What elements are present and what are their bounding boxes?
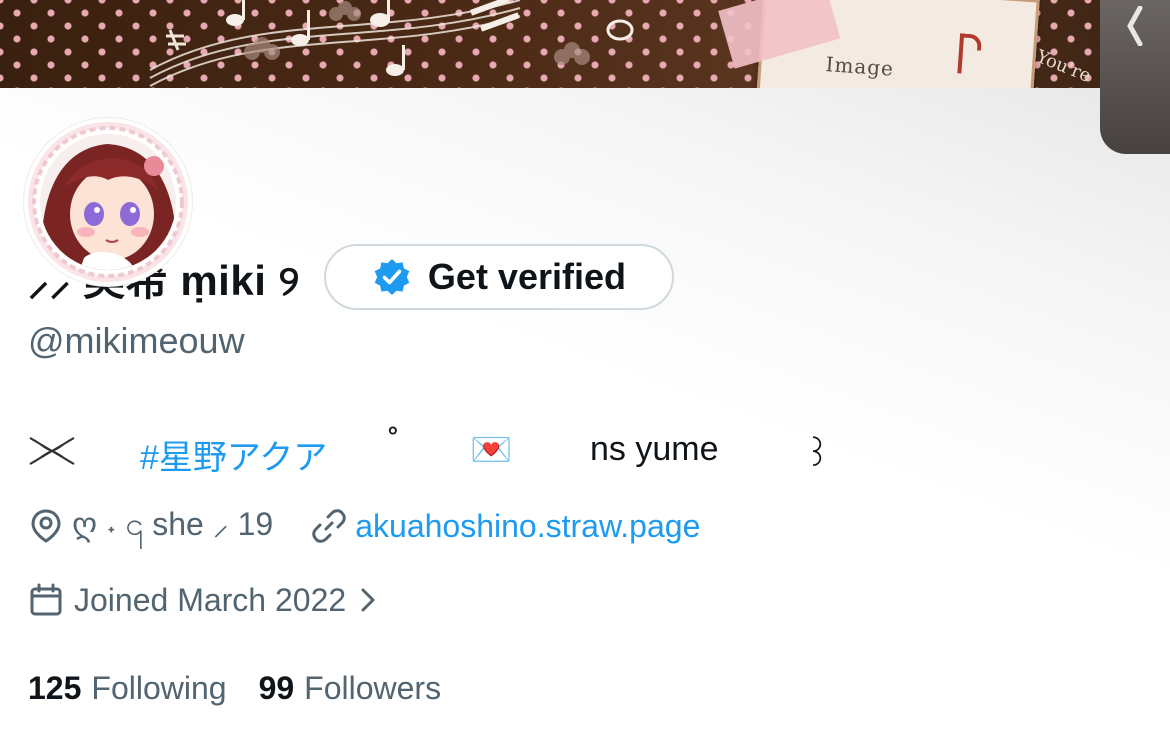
get-verified-button[interactable]: Get verified [323, 244, 674, 310]
banner-ribbon [718, 0, 841, 69]
joined-date-row[interactable]: Joined March 2022 [28, 576, 378, 624]
link-chain-icon [312, 509, 346, 543]
calendar-icon [30, 583, 62, 616]
bio-text: ns yume [590, 430, 719, 468]
crossed-ribbon-icon [29, 437, 75, 465]
profile-banner[interactable]: Image You're [0, 0, 1170, 88]
followers-stat-link[interactable]: 99 Followers [259, 670, 442, 707]
bio: #星野アクア ˚ 💌 ns yume ꒱ [28, 424, 928, 479]
bio-degree-symbol: ˚ [388, 424, 400, 462]
get-verified-label: Get verified [427, 256, 626, 297]
avatar[interactable] [24, 118, 192, 286]
following-stat-link[interactable]: 125 Following [28, 670, 227, 707]
following-label: Following [91, 669, 227, 706]
location-text: ღ ˖ ၎ she ⸝ 19 [72, 505, 274, 542]
user-handle: @mikimeouw [28, 320, 245, 361]
followers-count: 99 [258, 669, 295, 706]
following-count: 125 [28, 669, 82, 706]
love-letter-icon: 💌 [470, 431, 513, 469]
banner-scrapbook-card: Image [718, 0, 1040, 88]
chevron-left-icon[interactable] [1124, 6, 1146, 46]
banner-card-text: Image [824, 52, 895, 81]
verified-badge-icon [374, 259, 410, 295]
bio-tail-symbol: ꒱ [804, 436, 831, 474]
location-pin-icon [31, 509, 61, 543]
bio-hashtag-link[interactable]: #星野アクア [140, 430, 327, 479]
joined-date-text: Joined March 2022 [74, 581, 347, 618]
website-link[interactable]: akuahoshino.straw.page [355, 508, 700, 545]
followers-label: Followers [304, 669, 442, 706]
profile-header: ⸝⸝ 美希 ṃiki ୨ Get verified @mikimeouw #星野… [0, 88, 1170, 752]
chevron-right-icon [361, 588, 375, 612]
profile-meta-row: ღ ˖ ၎ she ⸝ 19 akuahoshino.straw.page [28, 502, 700, 550]
banner-red-note-flag [959, 33, 983, 51]
follow-stats: 125 Following 99 Followers [28, 664, 441, 712]
